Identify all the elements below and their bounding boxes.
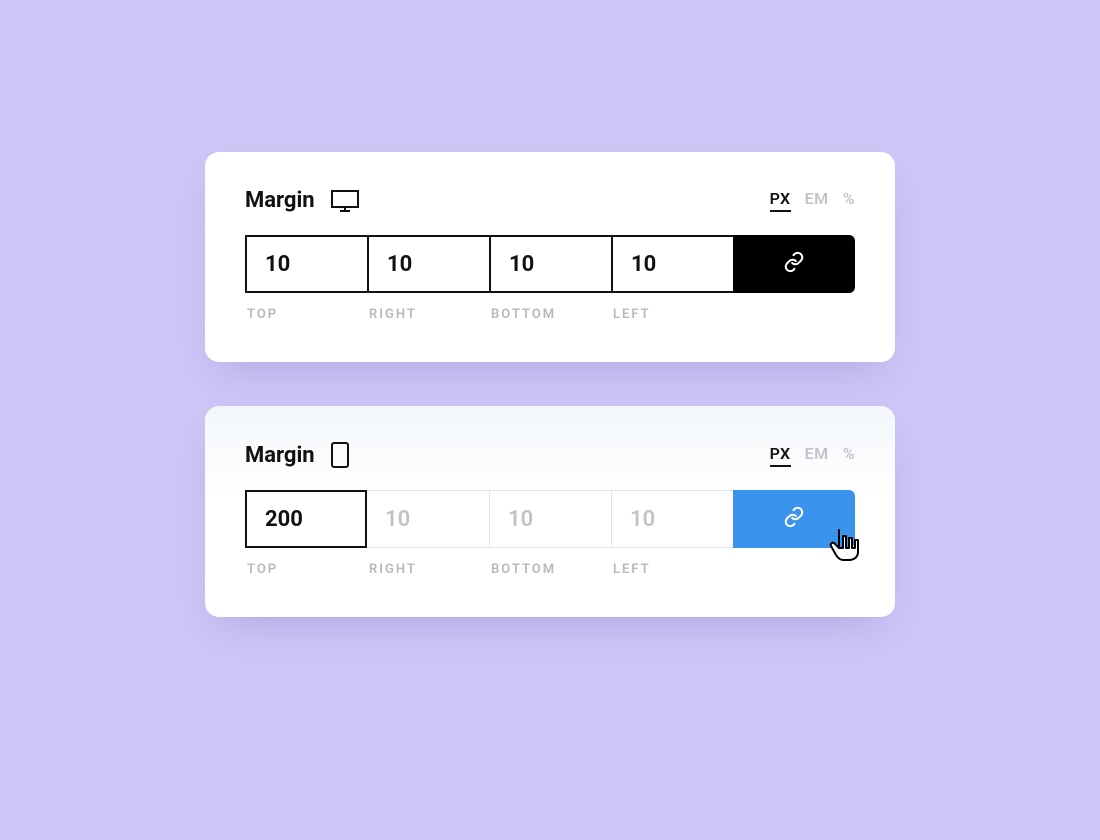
margin-labels: TOP RIGHT BOTTOM LEFT xyxy=(245,562,855,577)
link-values-button[interactable] xyxy=(733,490,855,548)
margin-left-input[interactable]: 10 xyxy=(611,490,733,548)
label-left: LEFT xyxy=(611,562,733,577)
margin-right-input[interactable]: 10 xyxy=(367,490,489,548)
label-right: RIGHT xyxy=(367,562,489,577)
unit-px[interactable]: PX xyxy=(770,444,791,467)
label-top: TOP xyxy=(245,562,367,577)
label-left: LEFT xyxy=(611,307,733,322)
unit-percent[interactable]: % xyxy=(843,189,855,208)
panel-title: Margin xyxy=(245,188,315,213)
margin-top-input[interactable]: 200 xyxy=(245,490,367,548)
unit-selector: PX EM % xyxy=(770,444,855,467)
margin-right-input[interactable]: 10 xyxy=(367,235,489,293)
link-icon xyxy=(783,506,805,532)
margin-top-input[interactable]: 10 xyxy=(245,235,367,293)
label-bottom: BOTTOM xyxy=(489,307,611,322)
margin-panel-mobile: Margin PX EM % 200 10 10 10 xyxy=(205,406,895,617)
unit-px[interactable]: PX xyxy=(770,189,791,212)
label-top: TOP xyxy=(245,307,367,322)
margin-left-input[interactable]: 10 xyxy=(611,235,733,293)
unit-percent[interactable]: % xyxy=(843,444,855,463)
desktop-icon xyxy=(331,190,359,212)
margin-bottom-input[interactable]: 10 xyxy=(489,235,611,293)
link-icon xyxy=(783,251,805,277)
margin-labels: TOP RIGHT BOTTOM LEFT xyxy=(245,307,855,322)
margin-inputs: 200 10 10 10 xyxy=(245,490,855,548)
panel-title: Margin xyxy=(245,443,315,468)
margin-panel-desktop: Margin PX EM % 10 10 10 10 xyxy=(205,152,895,362)
panel-title-group: Margin xyxy=(245,188,359,213)
label-bottom: BOTTOM xyxy=(489,562,611,577)
panel-title-group: Margin xyxy=(245,442,349,468)
label-right: RIGHT xyxy=(367,307,489,322)
link-values-button[interactable] xyxy=(733,235,855,293)
margin-inputs: 10 10 10 10 xyxy=(245,235,855,293)
margin-bottom-input[interactable]: 10 xyxy=(489,490,611,548)
unit-em[interactable]: EM xyxy=(805,444,829,463)
panel-header: Margin PX EM % xyxy=(245,188,855,213)
unit-em[interactable]: EM xyxy=(805,189,829,208)
mobile-icon xyxy=(331,442,349,468)
panel-header: Margin PX EM % xyxy=(245,442,855,468)
unit-selector: PX EM % xyxy=(770,189,855,212)
